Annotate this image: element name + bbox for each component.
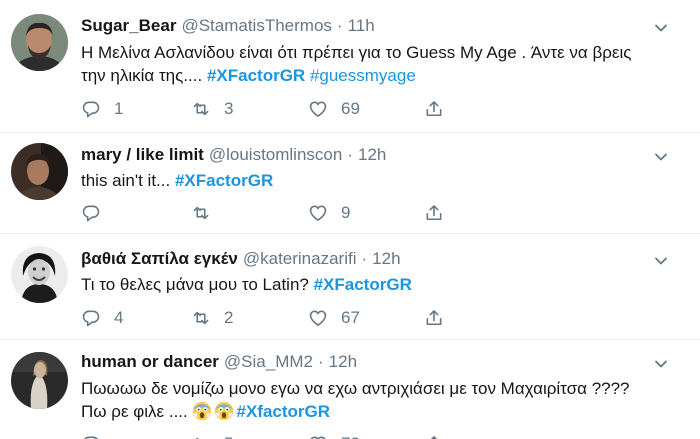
- tweet-text: Πωωωω δε νομίζω μονο εγω να εχω αντριχιά…: [81, 377, 681, 423]
- display-name[interactable]: βαθιά Σαπίλα εγκέν: [81, 249, 238, 268]
- caret-down-icon[interactable]: [653, 149, 669, 165]
- tweet-header: Sugar_Bear @StamatisThermos · 11h: [81, 16, 375, 36]
- reply-icon: [81, 99, 101, 119]
- like-count: 67: [341, 308, 360, 327]
- avatar[interactable]: [11, 352, 68, 409]
- tweet-text: this ain't it... #XFactorGR: [81, 169, 681, 192]
- avatar[interactable]: [11, 143, 68, 200]
- share-button[interactable]: [424, 202, 444, 224]
- reply-button[interactable]: 1: [81, 98, 123, 120]
- user-handle[interactable]: @StamatisThermos: [181, 16, 331, 35]
- tweet-text-fragment: this ain't it...: [81, 171, 171, 190]
- share-button[interactable]: [424, 307, 444, 329]
- retweet-count: 2: [224, 308, 234, 327]
- tweet-actions: 4 2 67: [81, 307, 461, 329]
- avatar[interactable]: [11, 14, 68, 71]
- share-icon: [424, 308, 444, 328]
- timestamp[interactable]: 12h: [358, 145, 386, 164]
- display-name[interactable]: mary / like limit: [81, 145, 204, 164]
- reply-icon: [81, 203, 101, 223]
- retweet-button[interactable]: 2: [191, 307, 233, 329]
- hashtag-link[interactable]: #XFactorGR: [207, 66, 305, 85]
- scream-emoji: [214, 401, 234, 421]
- retweet-button[interactable]: 5: [191, 433, 233, 439]
- share-button[interactable]: [424, 433, 444, 439]
- timestamp[interactable]: 12h: [372, 249, 400, 268]
- tweet-text-line: Η Μελίνα Ασλανίδου είναι ότι πρέπει για …: [81, 43, 632, 62]
- retweet-button[interactable]: 3: [191, 98, 233, 120]
- tweet-text-line: την ηλικία της.... #XFactorGR #guessmyag…: [81, 64, 681, 87]
- like-button[interactable]: 69: [308, 98, 360, 120]
- reply-button[interactable]: [81, 202, 114, 224]
- retweet-icon: [191, 99, 211, 119]
- retweet-count: 3: [224, 99, 234, 118]
- retweet-button[interactable]: [191, 202, 224, 224]
- display-name[interactable]: human or dancer: [81, 352, 219, 371]
- retweet-count: 5: [224, 434, 233, 439]
- like-icon: [308, 308, 328, 328]
- tweet-1[interactable]: Sugar_Bear @StamatisThermos · 11h Η Μελίνα …: [0, 0, 700, 133]
- tweet-header: human or dancer @Sia_MM2 · 12h: [81, 352, 357, 372]
- share-icon: [424, 99, 444, 119]
- timestamp[interactable]: 12h: [329, 352, 357, 371]
- retweet-icon: [191, 308, 211, 328]
- tweet-text-line: Τι το θελες μάνα μου το Latin? #XFactorG…: [81, 273, 681, 296]
- like-icon: [308, 99, 328, 119]
- like-count: 73: [341, 434, 360, 439]
- share-button[interactable]: [424, 98, 444, 120]
- hashtag-link[interactable]: #XFactorGR: [314, 275, 412, 294]
- user-handle[interactable]: @Sia_MM2: [224, 352, 313, 371]
- caret-down-icon[interactable]: [653, 20, 669, 36]
- separator-dot: ·: [336, 16, 343, 35]
- reply-icon: [81, 434, 101, 439]
- avatar[interactable]: [11, 246, 68, 303]
- tweet-header: βαθιά Σαπίλα εγκέν @katerinazarifi · 12h: [81, 249, 401, 269]
- timestamp[interactable]: 11h: [348, 16, 375, 35]
- display-name[interactable]: Sugar_Bear: [81, 16, 176, 35]
- user-handle[interactable]: @katerinazarifi: [243, 249, 357, 268]
- separator-dot: ·: [317, 352, 324, 371]
- tweet-text: Τι το θελες μάνα μου το Latin? #XFactorG…: [81, 273, 681, 296]
- like-count: 9: [341, 203, 351, 222]
- tweet-text-fragment: Πω ρε φιλε ....: [81, 402, 188, 421]
- like-icon: [308, 203, 328, 223]
- like-button[interactable]: 73: [308, 433, 360, 439]
- share-icon: [424, 434, 444, 439]
- user-handle[interactable]: @louistomlinscon: [209, 145, 342, 164]
- hashtag-link[interactable]: #XFactorGR: [175, 171, 273, 190]
- reply-icon: [81, 308, 101, 328]
- caret-down-icon[interactable]: [653, 356, 669, 372]
- tweet-3[interactable]: βαθιά Σαπίλα εγκέν @katerinazarifi · 12h Τι…: [0, 234, 700, 340]
- separator-dot: ·: [361, 249, 368, 268]
- hashtag-link[interactable]: #guessmyage: [310, 66, 416, 85]
- like-count: 69: [341, 99, 360, 118]
- tweet-text-line: Πωωωω δε νομίζω μονο εγω να εχω αντριχιά…: [81, 379, 630, 398]
- tweet-4[interactable]: human or dancer @Sia_MM2 · 12h Πωωωω δε νομ…: [0, 340, 700, 439]
- tweet-text: Η Μελίνα Ασλανίδου είναι ότι πρέπει για …: [81, 41, 681, 87]
- reply-button[interactable]: 4: [81, 307, 123, 329]
- tweet-text-fragment: την ηλικία της....: [81, 66, 203, 85]
- reply-button[interactable]: [81, 433, 114, 439]
- tweet-header: mary / like limit @louistomlinscon · 12h: [81, 145, 386, 165]
- retweet-icon: [191, 434, 211, 439]
- tweet-feed: Sugar_Bear @StamatisThermos · 11h Η Μελίνα …: [0, 0, 700, 439]
- retweet-icon: [191, 203, 211, 223]
- caret-down-icon[interactable]: [653, 253, 669, 269]
- hashtag-link[interactable]: #XfactorGR: [236, 402, 330, 421]
- tweet-actions: 5 73: [81, 433, 461, 439]
- tweet-text-fragment: Τι το θελες μάνα μου το Latin?: [81, 275, 309, 294]
- like-button[interactable]: 9: [308, 202, 350, 224]
- tweet-text-line: this ain't it... #XFactorGR: [81, 169, 681, 192]
- share-icon: [424, 203, 444, 223]
- reply-count: 4: [114, 308, 124, 327]
- scream-emoji: [192, 401, 212, 421]
- separator-dot: ·: [347, 145, 353, 164]
- tweet-text-line: Πω ρε φιλε .... #XfactorGR: [81, 400, 681, 423]
- like-button[interactable]: 67: [308, 307, 360, 329]
- tweet-2[interactable]: mary / like limit @louistomlinscon · 12h th…: [0, 133, 700, 234]
- tweet-actions: 9: [81, 202, 461, 224]
- like-icon: [308, 434, 328, 439]
- reply-count: 1: [114, 99, 124, 118]
- tweet-actions: 1 3 69: [81, 98, 461, 120]
